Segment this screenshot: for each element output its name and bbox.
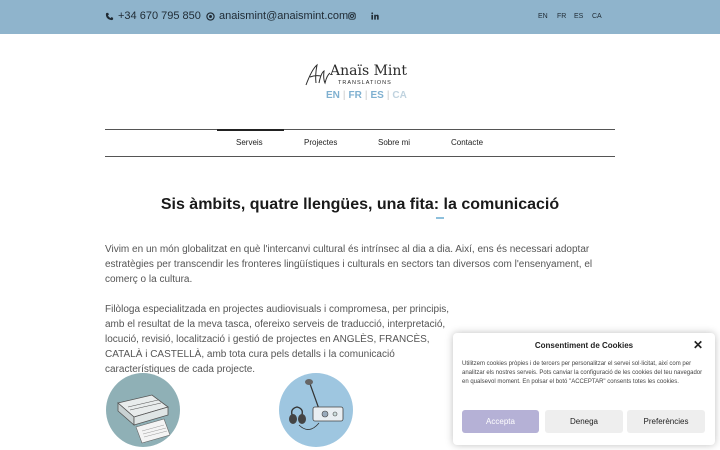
signature-logo-icon xyxy=(305,63,331,86)
top-contact-bar: +34 670 795 850 anaismint@anaismint.com … xyxy=(0,0,720,34)
logo-languages: EN | FR | ES | CA xyxy=(326,90,407,101)
logo-lang-separator: | xyxy=(364,90,368,101)
lang-switch-ca[interactable]: CA xyxy=(592,13,602,20)
close-icon[interactable]: ✕ xyxy=(693,338,703,352)
typewriter-icon xyxy=(117,394,171,444)
nav-active-indicator xyxy=(217,129,284,131)
accept-button[interactable]: Accepta xyxy=(462,410,539,433)
nav-item-sobre-mi[interactable]: Sobre mi xyxy=(378,138,410,147)
intro-paragraph: Vivim en un món globalitzat en què l'int… xyxy=(105,244,593,285)
lang-switch-es[interactable]: ES xyxy=(574,13,583,20)
cookie-consent-dialog: Consentiment de Cookies ✕ Utilitzem cook… xyxy=(453,333,715,445)
deny-button[interactable]: Denega xyxy=(545,410,623,433)
linkedin-icon xyxy=(371,12,379,20)
cookie-dialog-title: Consentiment de Cookies xyxy=(534,341,634,350)
phone-link[interactable]: +34 670 795 850 xyxy=(105,10,201,22)
cookie-dialog-text: Utilitzem cookies pròpies i de tercers p… xyxy=(462,361,703,385)
logo-subtitle: TRANSLATIONS xyxy=(338,80,392,86)
phone-icon xyxy=(105,12,114,20)
preferences-button[interactable]: Preferències xyxy=(627,410,705,433)
typewriter-illustration xyxy=(106,373,180,447)
instagram-link[interactable] xyxy=(348,12,356,20)
page-heading: Sis àmbits, quatre llengües, una fita: l… xyxy=(160,196,560,213)
at-icon xyxy=(206,11,215,21)
nav-item-serveis[interactable]: Serveis xyxy=(236,138,263,147)
logo-lang-separator: | xyxy=(342,90,346,101)
logo-name: Anaïs Mint xyxy=(330,63,408,79)
logo-lang-en: EN xyxy=(326,90,340,101)
logo-lang-es: ES xyxy=(370,90,384,101)
linkedin-link[interactable] xyxy=(371,12,379,20)
instagram-icon xyxy=(348,12,356,20)
nav-item-contacte[interactable]: Contacte xyxy=(451,138,483,147)
lang-switch-fr[interactable]: FR xyxy=(557,13,566,20)
heading-accent-line xyxy=(436,217,444,219)
nav-item-projectes[interactable]: Projectes xyxy=(304,138,337,147)
nav-divider-top xyxy=(105,129,615,130)
lang-switch-en[interactable]: EN xyxy=(538,13,548,20)
nav-divider-bottom xyxy=(105,156,615,157)
email-address: anaismint@anaismint.com xyxy=(219,10,349,22)
logo-lang-ca: CA xyxy=(392,90,407,101)
microphone-icon xyxy=(289,379,344,430)
logo-lang-separator: | xyxy=(386,90,390,101)
phone-number: +34 670 795 850 xyxy=(118,10,201,22)
logo-lang-fr: FR xyxy=(348,90,362,101)
microphone-illustration xyxy=(279,373,353,447)
email-link[interactable]: anaismint@anaismint.com xyxy=(206,10,348,22)
services-paragraph: Filòloga especialitzada en projectes aud… xyxy=(105,304,450,375)
